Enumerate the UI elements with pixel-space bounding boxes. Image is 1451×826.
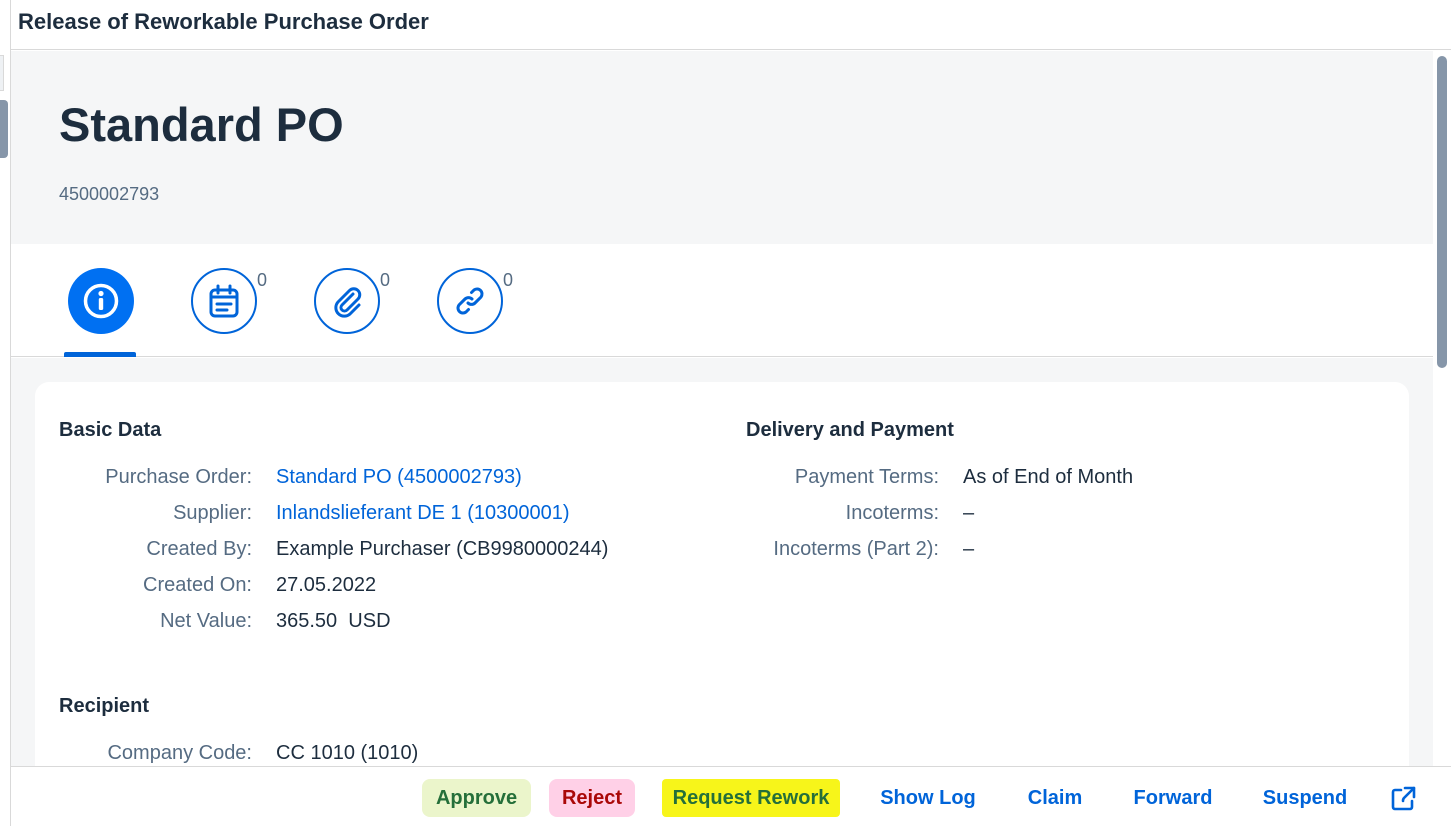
footer-toolbar: Approve Reject Request Rework Show Log C… bbox=[11, 766, 1451, 826]
field-company-code: Company Code: bbox=[35, 742, 252, 766]
field-purchase-order: Purchase Order: bbox=[35, 466, 252, 492]
app-title: Release of Reworkable Purchase Order bbox=[18, 9, 429, 34]
tab-links[interactable] bbox=[437, 268, 503, 334]
field-label: Purchase Order: bbox=[105, 466, 252, 488]
field-created-by: Created By: bbox=[35, 538, 252, 564]
field-label: Net Value: bbox=[160, 610, 252, 632]
field-payment-terms: Payment Terms: bbox=[635, 466, 939, 492]
approve-button[interactable]: Approve bbox=[422, 779, 531, 817]
field-label: Created By: bbox=[146, 538, 252, 560]
section-title-delivery-payment: Delivery and Payment bbox=[746, 419, 954, 441]
field-label: Payment Terms: bbox=[794, 466, 939, 488]
scrollbar-thumb[interactable] bbox=[1437, 56, 1447, 368]
supplier-link[interactable]: Inlandslieferant DE 1 (10300001) bbox=[276, 502, 570, 525]
notes-count: 0 bbox=[257, 270, 268, 290]
left-collapsed-tab[interactable] bbox=[0, 55, 4, 91]
suspend-button[interactable]: Suspend bbox=[1251, 779, 1359, 817]
page-title: Standard PO bbox=[59, 98, 344, 151]
net-value-value: 365.50 USD bbox=[276, 610, 391, 632]
object-header: Standard PO 4500002793 bbox=[11, 51, 1433, 244]
attachments-count: 0 bbox=[380, 270, 391, 290]
field-label: Incoterms (Part 2): bbox=[773, 538, 939, 560]
field-supplier: Supplier: bbox=[35, 502, 252, 528]
purchase-order-link[interactable]: Standard PO (4500002793) bbox=[276, 466, 522, 489]
field-net-value: Net Value: bbox=[35, 610, 252, 636]
request-rework-button[interactable]: Request Rework bbox=[662, 779, 840, 817]
tab-info[interactable] bbox=[68, 268, 134, 334]
created-by-value: Example Purchaser (CB9980000244) bbox=[276, 538, 609, 560]
left-panel-handle[interactable] bbox=[0, 100, 8, 158]
section-title-recipient: Recipient bbox=[59, 695, 150, 717]
show-log-button[interactable]: Show Log bbox=[868, 779, 988, 817]
field-label: Incoterms: bbox=[845, 502, 939, 524]
field-created-on: Created On: bbox=[35, 574, 252, 600]
field-incoterms: Incoterms: bbox=[635, 502, 939, 528]
field-label: Supplier: bbox=[173, 502, 252, 524]
details-card: Basic Data Purchase Order: Standard PO (… bbox=[35, 382, 1409, 766]
field-label: Company Code: bbox=[107, 742, 252, 764]
claim-button[interactable]: Claim bbox=[1014, 779, 1096, 817]
icon-tab-bar: 0 0 0 bbox=[11, 244, 1433, 357]
tab-notes[interactable] bbox=[191, 268, 257, 334]
selected-tab-indicator bbox=[64, 352, 136, 357]
created-on-value: 27.05.2022 bbox=[276, 574, 377, 596]
title-bar: Release of Reworkable Purchase Order bbox=[11, 0, 1451, 50]
links-count: 0 bbox=[503, 270, 514, 290]
info-icon bbox=[83, 283, 119, 319]
payment-terms-value: As of End of Month bbox=[963, 466, 1134, 488]
field-incoterms-part2: Incoterms (Part 2): bbox=[635, 538, 939, 564]
incoterms-value: – bbox=[963, 502, 975, 524]
forward-button[interactable]: Forward bbox=[1121, 779, 1225, 817]
section-title-basic-data: Basic Data bbox=[59, 419, 162, 441]
incoterms-part2-value: – bbox=[963, 538, 975, 560]
notes-calendar-icon bbox=[209, 284, 239, 318]
link-icon bbox=[456, 287, 484, 315]
company-code-value: CC 1010 (1010) bbox=[276, 742, 419, 764]
attachment-icon bbox=[334, 287, 362, 318]
content-area: Basic Data Purchase Order: Standard PO (… bbox=[11, 358, 1433, 766]
page-subtitle: 4500002793 bbox=[59, 184, 160, 204]
share-icon bbox=[1391, 786, 1416, 811]
reject-button[interactable]: Reject bbox=[549, 779, 635, 817]
tab-attachments[interactable] bbox=[314, 268, 380, 334]
share-button[interactable] bbox=[1388, 784, 1418, 814]
field-label: Created On: bbox=[143, 574, 252, 596]
